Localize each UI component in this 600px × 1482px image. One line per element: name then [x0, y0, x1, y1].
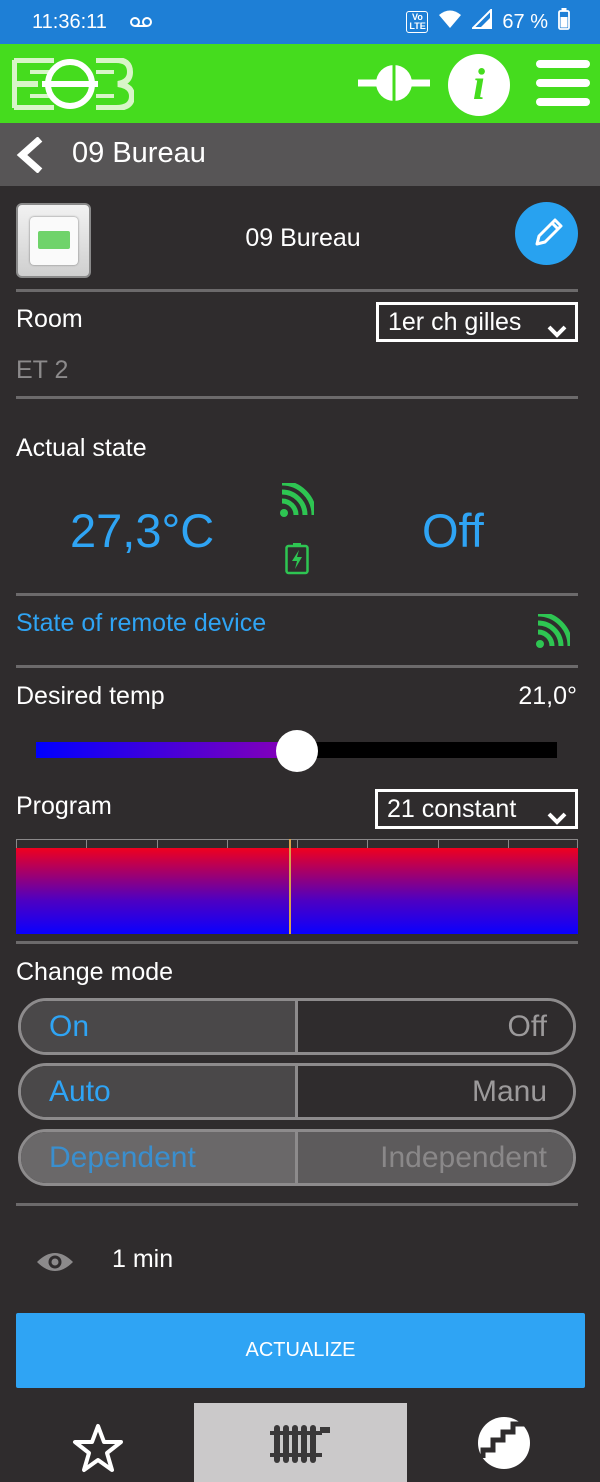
hamburger-menu-icon[interactable] [536, 60, 590, 106]
timeline-tick [577, 840, 578, 848]
status-time: 11:36:11 [32, 10, 107, 33]
divider [16, 665, 578, 668]
independent-button[interactable]: Independent [298, 1132, 573, 1183]
timeline-tick [157, 840, 158, 848]
info-icon[interactable]: i [448, 54, 510, 116]
battery-charging-icon [285, 543, 309, 580]
actualize-button[interactable]: ACTUALIZE [16, 1313, 585, 1388]
pencil-icon[interactable] [515, 202, 578, 265]
room-select-value: 1er ch gilles [388, 308, 522, 336]
remote-device-link[interactable]: State of remote device [16, 609, 266, 638]
device-name: 09 Bureau [245, 224, 361, 252]
room-label: Room [16, 305, 83, 333]
tab-favorites[interactable] [0, 1403, 194, 1482]
actual-state-value: Off [422, 504, 484, 557]
divider [16, 593, 578, 596]
chart-icon [475, 1414, 533, 1477]
program-select[interactable]: 21 constant [375, 789, 578, 829]
eob-logo-icon [11, 57, 136, 115]
timeline-tick [367, 840, 368, 848]
desired-temp-value: 21,0° [518, 682, 577, 710]
app-header: i [0, 44, 600, 123]
divider [16, 289, 578, 292]
auto-button[interactable]: Auto [21, 1066, 298, 1117]
slider-fill [36, 742, 297, 758]
cell-signal-icon [470, 7, 493, 35]
divider [16, 396, 578, 399]
tab-statistics[interactable] [407, 1403, 600, 1482]
radiator-icon [270, 1421, 332, 1472]
wifi-signal-icon [280, 480, 317, 522]
timeline-tick [508, 840, 509, 848]
timeline-tick [16, 840, 17, 848]
voicemail-icon [129, 11, 153, 34]
auto-manu-toggle: Auto Manu [18, 1063, 576, 1120]
change-mode-label: Change mode [16, 958, 174, 986]
timeline-tick [297, 840, 298, 848]
eye-icon[interactable] [36, 1250, 74, 1279]
timeline-tick [86, 840, 87, 848]
wifi-signal-icon [536, 611, 573, 653]
divider [16, 941, 578, 944]
battery-icon [558, 8, 570, 36]
actual-state-label: Actual state [16, 434, 147, 462]
page-title: 09 Bureau [72, 137, 206, 169]
manu-button[interactable]: Manu [298, 1066, 573, 1117]
program-bar [16, 848, 578, 934]
dependent-button[interactable]: Dependent [21, 1132, 298, 1183]
on-off-toggle: On Off [18, 998, 576, 1055]
current-time-marker [289, 839, 291, 934]
program-timeline [16, 839, 578, 934]
divider [16, 1203, 578, 1206]
wifi-icon [438, 9, 462, 35]
program-label: Program [16, 792, 112, 820]
bottom-navigation [0, 1403, 600, 1482]
timeline-tick [438, 840, 439, 848]
status-bar: 11:36:11 Vo LTE 67 % [0, 0, 600, 44]
slider-handle[interactable] [275, 730, 318, 772]
refresh-interval: 1 min [112, 1245, 174, 1273]
title-bar: 09 Bureau [0, 123, 600, 186]
chevron-down-icon [547, 314, 567, 348]
volte-icon: Vo LTE [406, 11, 429, 33]
program-select-value: 21 constant [387, 795, 517, 823]
volte-line-2: LTE [409, 21, 426, 31]
plug-icon[interactable] [358, 60, 430, 111]
chevron-left-icon[interactable] [14, 136, 46, 178]
off-button[interactable]: Off [298, 1001, 573, 1052]
chevron-down-icon [547, 801, 567, 835]
on-button[interactable]: On [21, 1001, 298, 1052]
desired-temp-label: Desired temp [16, 682, 165, 710]
room-select[interactable]: 1er ch gilles [376, 302, 578, 342]
timeline-tick [227, 840, 228, 848]
tab-devices[interactable] [194, 1403, 407, 1482]
timeline-ticks [16, 839, 578, 848]
room-location: ET 2 [16, 356, 69, 384]
actual-temperature: 27,3°C [70, 504, 215, 557]
battery-percent: 67 % [502, 10, 548, 33]
dependent-toggle: Dependent Independent [18, 1129, 576, 1186]
star-icon [72, 1423, 124, 1478]
